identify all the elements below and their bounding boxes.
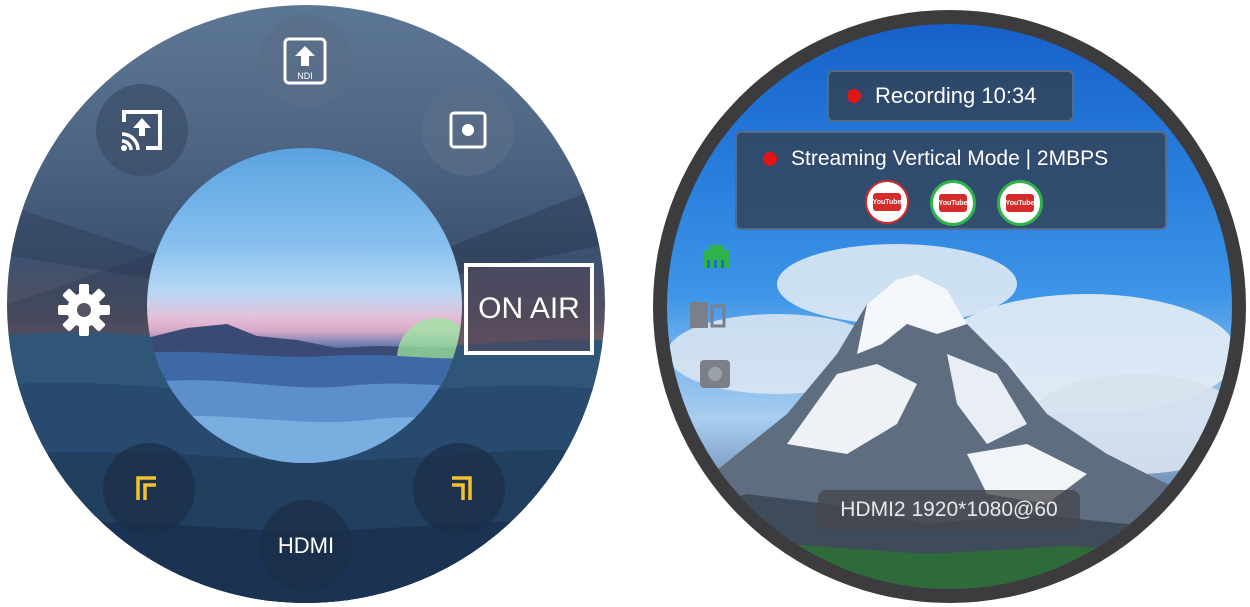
youtube-destination-3[interactable]: YouTube (997, 180, 1043, 226)
streaming-dot-icon (763, 152, 777, 166)
input-resolution-label: HDMI2 1920*1080@60 (840, 498, 1058, 521)
screen-cast-icon (121, 110, 162, 151)
ndi-output-button[interactable]: NDI (259, 15, 351, 107)
record-icon (449, 111, 487, 149)
settings-gear-icon (58, 284, 110, 336)
hdmi-label: HDMI (277, 533, 335, 558)
frame-corner-right-icon (452, 476, 472, 500)
streaming-label: Streaming Vertical Mode | 2MBPS (791, 147, 1109, 170)
ndi-label: NDI (297, 71, 313, 81)
live-preview-circle (147, 148, 462, 463)
usb-storage-icon (700, 360, 730, 388)
hdmi-input-button[interactable]: HDMI (260, 500, 352, 592)
recording-dot-icon (847, 89, 861, 103)
preview-landscape (147, 318, 462, 463)
ndi-upload-icon: NDI (283, 37, 327, 85)
on-air-button[interactable]: ON AIR (464, 263, 594, 355)
ethernet-icon (703, 245, 729, 268)
youtube-destination-1[interactable]: YouTube (865, 180, 909, 224)
control-dial: NDI ON AIR HDMI (7, 5, 605, 603)
recording-status: Recording 10:34 (827, 70, 1074, 122)
youtube-icon: YouTube (939, 194, 967, 212)
frame-corner-left-icon (136, 476, 156, 500)
youtube-destination-2[interactable]: YouTube (930, 180, 976, 226)
record-button[interactable] (422, 84, 514, 176)
sd-card-icon (690, 302, 726, 328)
input-resolution-badge: HDMI2 1920*1080@60 (818, 490, 1080, 530)
youtube-icon: YouTube (873, 193, 901, 211)
screen-cast-button[interactable] (96, 84, 188, 176)
settings-button[interactable] (51, 282, 117, 338)
frame-right-button[interactable] (413, 443, 505, 535)
frame-left-button[interactable] (103, 443, 195, 535)
recording-label: Recording 10:34 (875, 83, 1037, 108)
on-air-label: ON AIR (478, 292, 580, 325)
youtube-icon: YouTube (1006, 194, 1034, 212)
